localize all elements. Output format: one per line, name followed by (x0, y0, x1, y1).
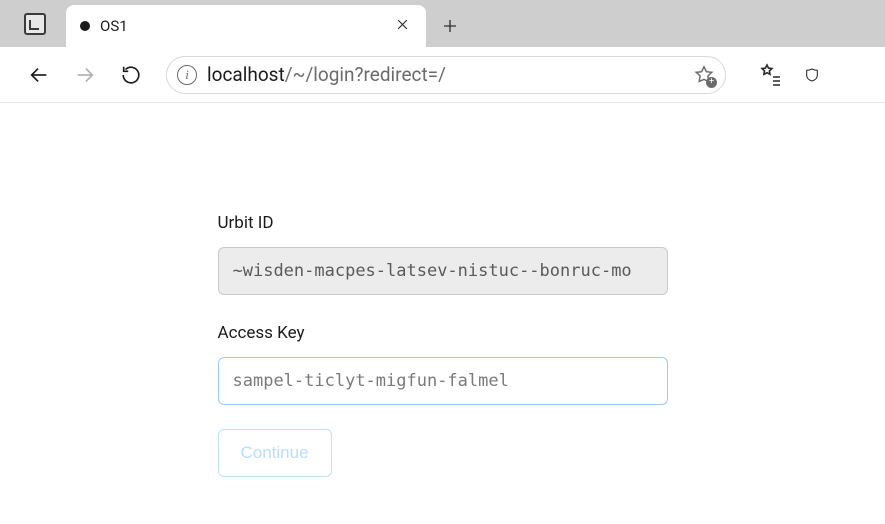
tab-title: OS1 (100, 17, 383, 35)
url-text: localhost/~/login?redirect=/ (207, 63, 683, 86)
urbit-id-field: ~wisden-macpes-latsev-nistuc--bonruc-mo (218, 247, 668, 295)
page-content: Urbit ID ~wisden-macpes-latsev-nistuc--b… (0, 103, 885, 477)
browser-tab[interactable]: OS1 (66, 5, 426, 47)
site-info-icon[interactable]: i (177, 65, 197, 85)
close-icon[interactable] (393, 14, 412, 39)
sidebar-toggle-icon (24, 13, 46, 35)
tab-strip: OS1 (0, 0, 885, 47)
back-button[interactable] (22, 58, 56, 92)
address-bar[interactable]: i localhost/~/login?redirect=/ + (166, 56, 726, 94)
access-key-input[interactable] (218, 357, 668, 405)
new-tab-button[interactable] (426, 5, 474, 47)
add-favorite-icon[interactable]: + (693, 64, 715, 86)
continue-button[interactable]: Continue (218, 429, 332, 477)
browser-app-icon[interactable] (10, 0, 60, 47)
forward-button (68, 58, 102, 92)
favorites-list-icon[interactable] (758, 62, 784, 88)
login-form: Urbit ID ~wisden-macpes-latsev-nistuc--b… (218, 213, 668, 477)
toolbar-right-icons (758, 62, 820, 88)
access-key-label: Access Key (218, 323, 668, 343)
browser-chrome: OS1 i localhost/~/login?redirect=/ + (0, 0, 885, 103)
reload-button[interactable] (114, 58, 148, 92)
browser-toolbar: i localhost/~/login?redirect=/ + (0, 47, 885, 103)
urbit-id-label: Urbit ID (218, 213, 668, 233)
shield-icon[interactable] (804, 62, 820, 88)
tab-loading-dot-icon (80, 21, 90, 31)
